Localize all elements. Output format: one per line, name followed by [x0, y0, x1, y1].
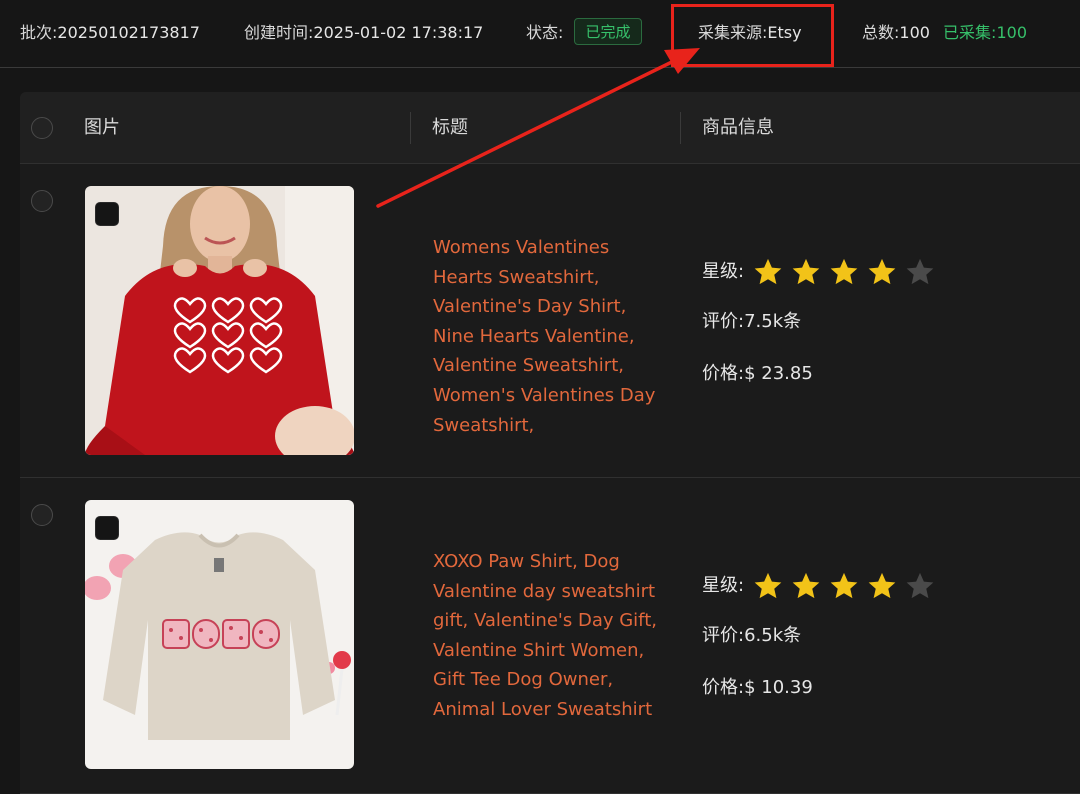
reviews-label: 评价:: [702, 311, 745, 332]
star-filled-icon: [868, 572, 896, 599]
select-all-checkbox[interactable]: [31, 117, 53, 139]
price-value: $ 10.39: [744, 677, 813, 698]
star-filled-icon: [754, 572, 782, 599]
price-label: 价格:: [702, 677, 745, 698]
rating-label: 星级:: [702, 575, 745, 596]
collected-label: 已采集:: [943, 23, 997, 42]
row-checkbox[interactable]: [31, 190, 53, 212]
star-filled-icon: [830, 572, 858, 599]
status-badge: 已完成: [574, 18, 642, 45]
rating-line: 星级:: [702, 256, 936, 288]
beige-sweatshirt-xoxo-photo-icon: [85, 500, 354, 769]
star-rating: [752, 570, 936, 602]
batch-detail-page: 批次:20250102173817 创建时间:2025-01-02 17:38:…: [0, 0, 1080, 794]
product-title-link[interactable]: Womens Valentines Hearts Sweatshirt, Val…: [433, 233, 663, 440]
column-header-product-info: 商品信息: [702, 117, 774, 138]
total-label: 总数:: [862, 23, 900, 42]
star-empty-icon: [906, 572, 934, 599]
star-empty-icon: [906, 258, 934, 285]
created-time-info: 创建时间:2025-01-02 17:38:17: [244, 22, 483, 44]
row-checkbox[interactable]: [31, 504, 53, 526]
image-select-checkbox[interactable]: [95, 202, 119, 226]
table-row: XOXO Paw Shirt, Dog Valentine day sweats…: [20, 478, 1080, 794]
product-image[interactable]: [85, 186, 354, 455]
reviews-value: 6.5k条: [744, 625, 802, 646]
star-filled-icon: [792, 572, 820, 599]
rating-line: 星级:: [702, 570, 936, 602]
image-select-checkbox[interactable]: [95, 516, 119, 540]
total-value: 100: [899, 23, 930, 42]
created-time-value: 2025-01-02 17:38:17: [313, 23, 484, 42]
column-divider[interactable]: [410, 112, 411, 144]
rating-label: 星级:: [702, 261, 745, 282]
column-header-title: 标题: [432, 117, 468, 138]
price-label: 价格:: [702, 363, 745, 384]
product-title-link[interactable]: XOXO Paw Shirt, Dog Valentine day sweats…: [433, 547, 663, 725]
column-header-image: 图片: [84, 117, 120, 138]
table-header: 图片 标题 商品信息: [20, 92, 1080, 164]
status-info: 状态:: [526, 22, 563, 44]
status-label: 状态:: [526, 23, 564, 42]
reviews-line: 评价:7.5k条: [702, 310, 801, 334]
star-filled-icon: [792, 258, 820, 285]
batch-info: 批次:20250102173817: [20, 22, 200, 44]
product-image[interactable]: [85, 500, 354, 769]
batch-info-bar: 批次:20250102173817 创建时间:2025-01-02 17:38:…: [0, 0, 1080, 68]
reviews-value: 7.5k条: [744, 311, 802, 332]
reviews-label: 评价:: [702, 625, 745, 646]
column-divider[interactable]: [680, 112, 681, 144]
reviews-line: 评价:6.5k条: [702, 624, 801, 648]
total-info: 总数:100 已采集:100: [862, 22, 1027, 44]
price-line: 价格:$ 10.39: [702, 676, 813, 700]
red-sweatshirt-hearts-photo-icon: [85, 186, 354, 455]
batch-value: 20250102173817: [57, 23, 200, 42]
star-filled-icon: [868, 258, 896, 285]
price-value: $ 23.85: [744, 363, 813, 384]
annotation-highlight-box: [671, 4, 834, 67]
created-time-label: 创建时间:: [244, 23, 314, 42]
star-rating: [752, 256, 936, 288]
product-table: 图片 标题 商品信息 Womens Valentines Hearts Swea…: [20, 92, 1080, 794]
star-filled-icon: [754, 258, 782, 285]
collected-value: 100: [996, 23, 1027, 42]
star-filled-icon: [830, 258, 858, 285]
batch-label: 批次:: [20, 23, 58, 42]
table-row: Womens Valentines Hearts Sweatshirt, Val…: [20, 164, 1080, 478]
price-line: 价格:$ 23.85: [702, 362, 813, 386]
